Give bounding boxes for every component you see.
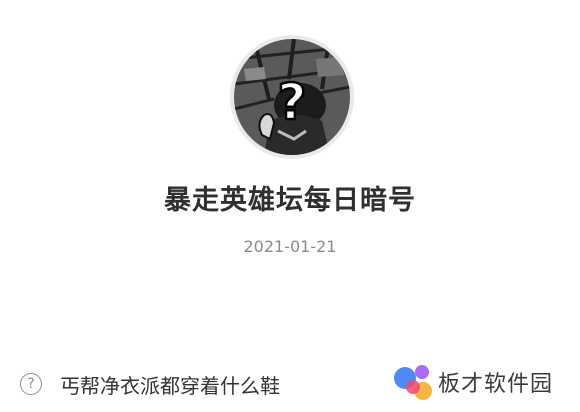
page-title: 暴走英雄坛每日暗号: [164, 185, 416, 216]
question-item[interactable]: ? 丐帮净衣派都穿着什么鞋: [20, 370, 280, 398]
help-circle-icon: ?: [20, 373, 42, 395]
post-date: 2021-01-21: [243, 237, 337, 256]
question-mark-avatar-icon: ?: [234, 39, 350, 155]
page: ? 暴走英雄坛每日暗号 2021-01-21 ? 丐帮净衣派都穿着什么鞋 板才软…: [0, 0, 580, 412]
question-text: 丐帮净衣派都穿着什么鞋: [60, 373, 280, 398]
avatar[interactable]: ?: [234, 39, 350, 155]
brand-name: 板才软件园: [438, 372, 554, 397]
avatar-ring: ?: [230, 35, 354, 159]
colored-dots-logo-icon: [394, 365, 432, 400]
svg-text:?: ?: [277, 73, 306, 131]
brand-watermark: 板才软件园: [392, 360, 553, 404]
